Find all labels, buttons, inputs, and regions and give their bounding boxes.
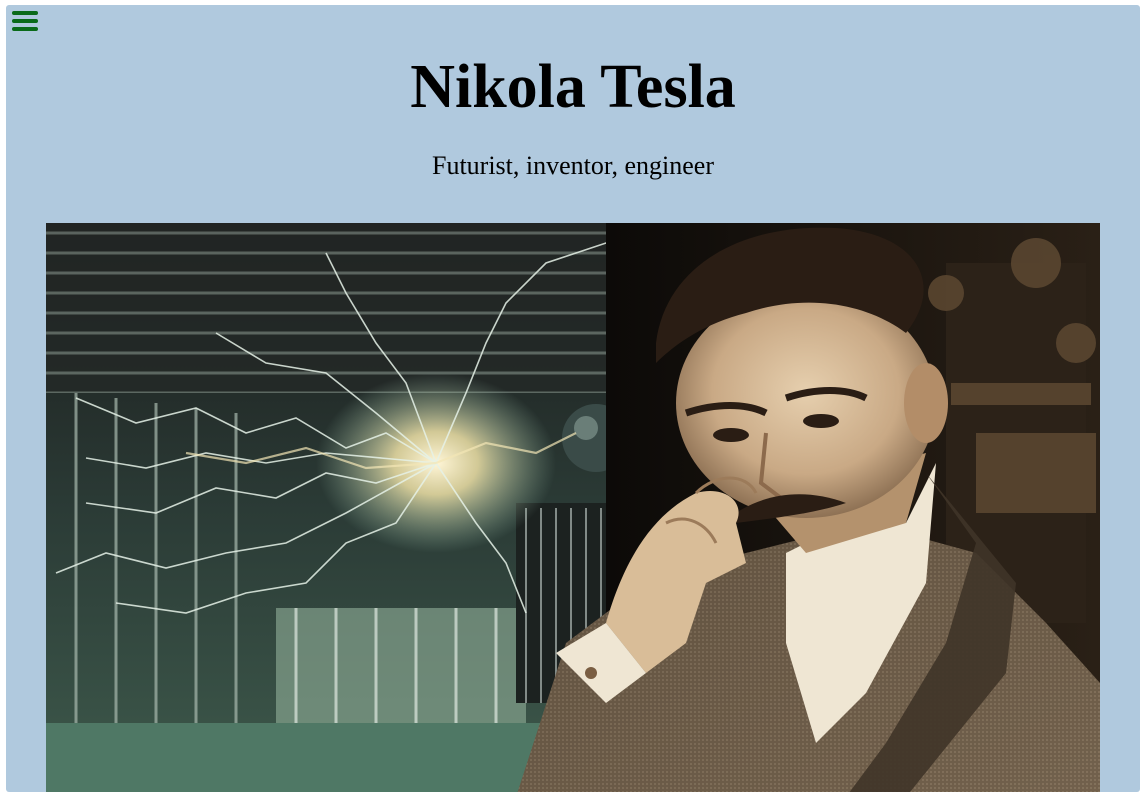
menu-line [12, 11, 38, 15]
hero-image [46, 223, 1100, 792]
hamburger-menu-button[interactable] [12, 9, 38, 33]
menu-line [12, 19, 38, 23]
page-subtitle: Futurist, inventor, engineer [431, 151, 714, 180]
menu-line [12, 27, 38, 31]
page-title: Nikola Tesla [410, 53, 736, 121]
tribute-page: Nikola Tesla Futurist, inventor, enginee… [6, 5, 1140, 792]
